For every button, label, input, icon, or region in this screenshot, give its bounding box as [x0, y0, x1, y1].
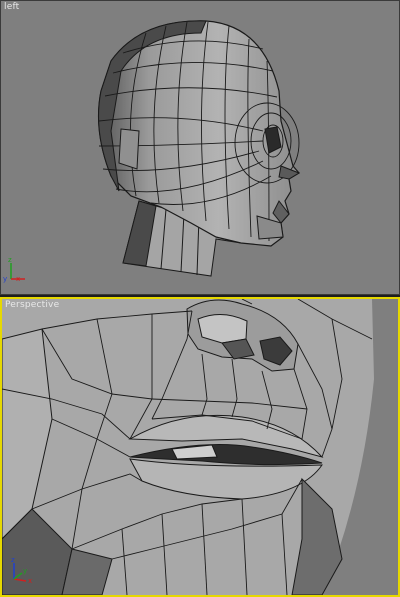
- axis-gizmo-perspective: z x y: [11, 556, 32, 585]
- perspective-viewport[interactable]: Perspective z x y: [0, 297, 400, 597]
- viewport-label-perspective[interactable]: Perspective: [5, 300, 59, 310]
- svg-text:y: y: [23, 567, 27, 575]
- svg-text:y: y: [3, 275, 7, 283]
- left-viewport[interactable]: left z y x: [0, 0, 400, 295]
- svg-text:z: z: [11, 556, 15, 564]
- viewport-label-left[interactable]: left: [4, 2, 19, 12]
- svg-text:z: z: [8, 256, 12, 264]
- head-mesh-side-view: [97, 20, 301, 277]
- axis-gizmo-left: z y x: [3, 256, 25, 283]
- svg-text:x: x: [16, 275, 20, 283]
- svg-text:x: x: [28, 577, 32, 585]
- face-mesh-perspective-view: [2, 299, 398, 595]
